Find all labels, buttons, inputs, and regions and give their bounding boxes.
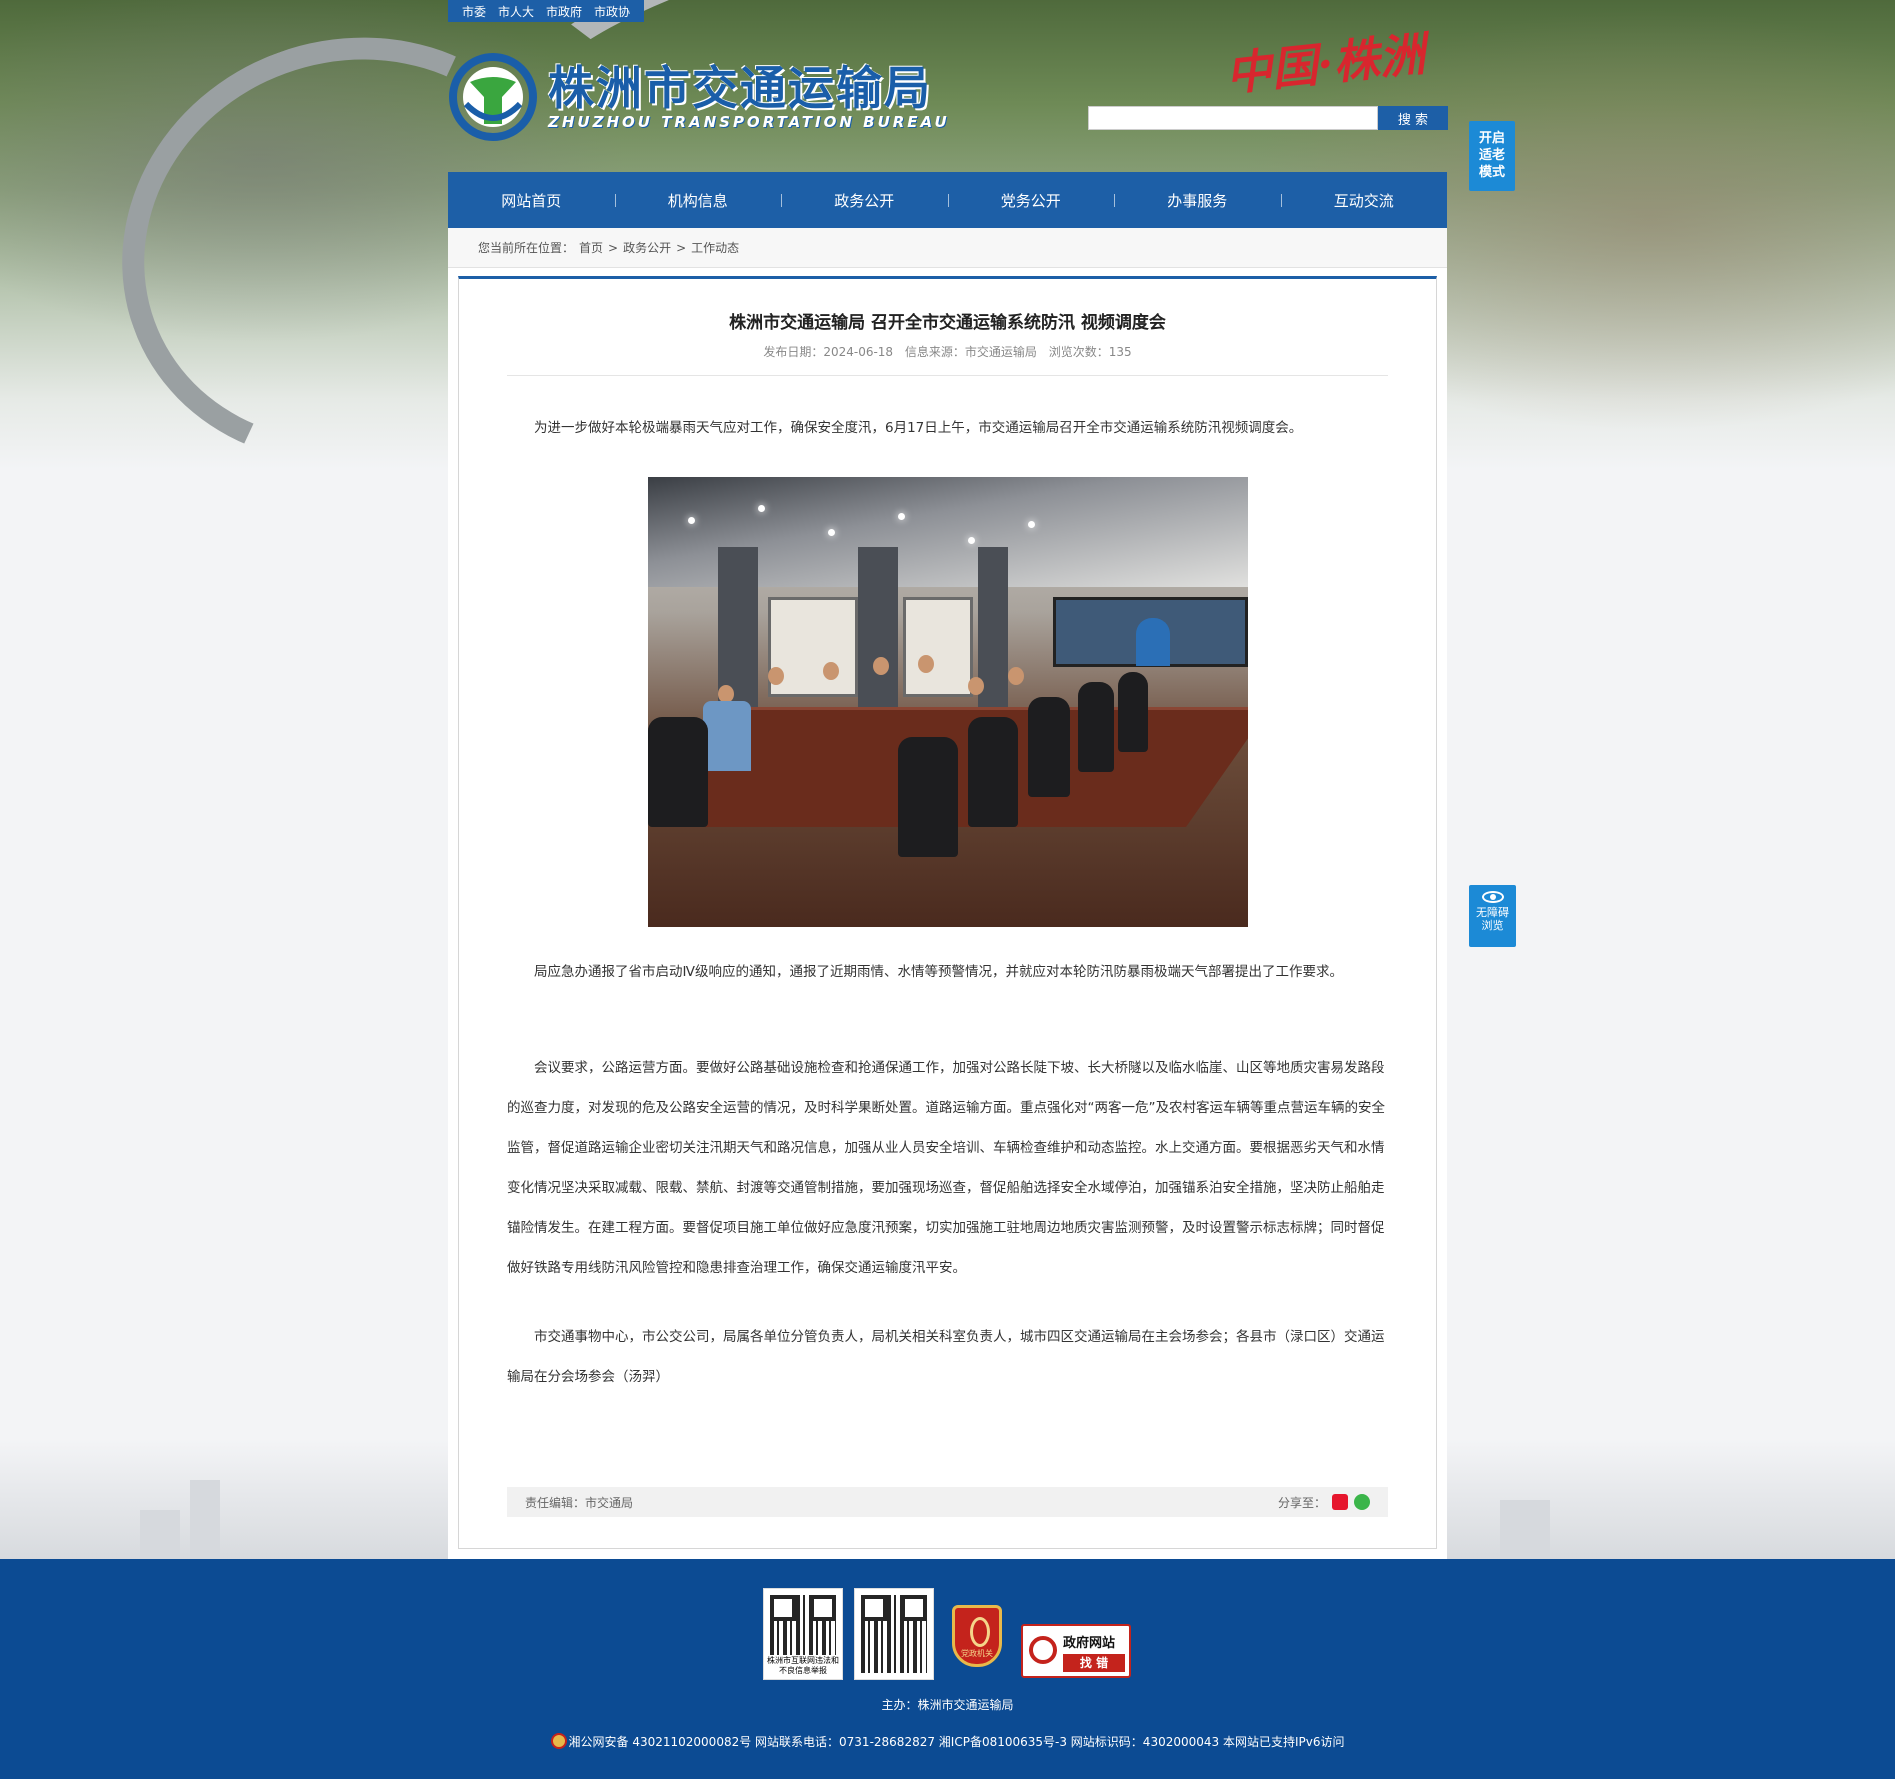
share-label: 分享至：	[1277, 1495, 1326, 1510]
attendee	[918, 655, 934, 673]
magnifier-icon	[1029, 1636, 1057, 1664]
editor-bar: 责任编辑：市交通局 分享至：	[507, 1487, 1388, 1517]
report-qr-caption: 株洲市互联网违法和不良信息举报	[767, 1656, 839, 1675]
article-meta: 发布日期：2024-06-18 信息来源：市交通运输局 浏览次数：135	[458, 343, 1437, 360]
chair	[1078, 682, 1114, 772]
weibo-icon[interactable]	[1332, 1494, 1348, 1510]
nav-item-interaction[interactable]: 互动交流	[1280, 172, 1448, 228]
breadcrumb-work-news[interactable]: 工作动态	[691, 239, 739, 256]
breadcrumb-home[interactable]: 首页	[579, 239, 603, 256]
search-bar: 搜 索	[1088, 106, 1448, 130]
nav-item-services[interactable]: 办事服务	[1114, 172, 1281, 228]
breadcrumb: 您当前所在位置： 首页 > 政务公开 > 工作动态	[448, 228, 1447, 268]
badge-label: 党政机关	[961, 1649, 993, 1658]
eye-icon	[1481, 891, 1504, 903]
ceiling-light	[968, 537, 975, 544]
breadcrumb-government-affairs[interactable]: 政务公开	[623, 239, 671, 256]
publish-date: 发布日期：2024-06-18	[763, 345, 894, 359]
share-bar: 分享至：	[1278, 1494, 1370, 1511]
findbug-action: 找 错	[1063, 1654, 1125, 1672]
info-source: 信息来源：市交通运输局	[904, 345, 1037, 359]
top-link-city-government[interactable]: 市政府	[546, 3, 582, 20]
site-logo[interactable]: 株洲市交通运输局 ZHUZHOU TRANSPORTATION BUREAU	[448, 52, 950, 142]
article-paragraph-3: 会议要求，公路运营方面。要做好公路基础设施检查和抢通保通工作，加强对公路长陡下坡…	[507, 1060, 1385, 1276]
article-title: 株洲市交通运输局 召开全市交通运输系统防汛 视频调度会	[729, 313, 1166, 333]
breadcrumb-separator: >	[676, 240, 687, 255]
breadcrumb-prefix: 您当前所在位置：	[478, 241, 575, 255]
footer-host: 主办：株洲市交通运输局	[881, 1698, 1014, 1712]
wechat-qr-code[interactable]	[854, 1588, 934, 1680]
main-nav: 网站首页 机构信息 政务公开 党务公开 办事服务 互动交流	[448, 172, 1447, 228]
ceiling-light	[688, 517, 695, 524]
footer-record: 湘公网安备 43021102000082号 网站联系电话：0731-286828…	[0, 1733, 1895, 1750]
ceiling-light	[1028, 521, 1035, 528]
attendee	[703, 701, 751, 771]
ceiling-light	[828, 529, 835, 536]
chair	[648, 717, 708, 827]
chair	[1118, 672, 1148, 752]
search-input[interactable]	[1088, 106, 1378, 130]
building-decoration	[1500, 1500, 1550, 1560]
breadcrumb-separator: >	[608, 240, 619, 255]
title-divider	[507, 375, 1388, 376]
accessibility-label: 无障碍浏览	[1476, 906, 1509, 932]
bureau-emblem-icon	[449, 53, 537, 141]
article-paragraph-2: 局应急办通报了省市启动Ⅳ级响应的通知，通报了近期雨情、水情等预警情况，并就应对本…	[534, 964, 1343, 980]
top-link-city-cppcc[interactable]: 市政协	[594, 3, 630, 20]
chair	[1028, 697, 1070, 797]
nav-item-organization[interactable]: 机构信息	[614, 172, 782, 228]
screen-person	[1136, 618, 1170, 666]
window	[903, 597, 973, 697]
attendee	[1008, 667, 1024, 685]
logo-chinese-name: 株洲市交通运输局	[548, 61, 932, 115]
top-link-city-congress[interactable]: 市人大	[498, 3, 534, 20]
top-link-city-committee[interactable]: 市委	[462, 3, 486, 20]
attendee	[768, 667, 784, 685]
elder-mode-label: 开启适老模式	[1478, 131, 1505, 180]
findbug-title: 政府网站	[1063, 1636, 1116, 1651]
elder-mode-button[interactable]: 开启适老模式	[1469, 121, 1515, 191]
chair	[968, 717, 1018, 827]
nav-item-government-affairs[interactable]: 政务公开	[781, 172, 948, 228]
search-button[interactable]: 搜 索	[1378, 106, 1448, 130]
chair	[898, 737, 958, 857]
video-wall	[1053, 597, 1248, 667]
building-decoration	[140, 1510, 180, 1560]
ceiling-light	[758, 505, 765, 512]
ceiling-light	[898, 513, 905, 520]
qr-code-icon	[861, 1595, 927, 1673]
meeting-photo	[648, 477, 1248, 927]
footer-record-text[interactable]: 湘公网安备 43021102000082号 网站联系电话：0731-286828…	[569, 1735, 1345, 1749]
top-links-bar: 市委 市人大 市政府 市政协	[448, 0, 645, 22]
logo-english-name: ZHUZHOU TRANSPORTATION BUREAU	[548, 113, 950, 131]
police-badge-icon	[550, 1733, 567, 1749]
accessibility-button[interactable]: 无障碍浏览	[1469, 885, 1516, 947]
article-paragraph-1: 为进一步做好本轮极端暴雨天气应对工作，确保安全度汛，6月17日上午，市交通运输局…	[534, 420, 1303, 436]
attendee	[873, 657, 889, 675]
party-government-badge[interactable]: 党政机关	[952, 1605, 1002, 1667]
view-count: 浏览次数：135	[1048, 345, 1132, 359]
nav-item-party-affairs[interactable]: 党务公开	[947, 172, 1115, 228]
report-qr-code[interactable]: 株洲市互联网违法和不良信息举报	[763, 1588, 843, 1680]
attendee	[968, 677, 984, 695]
responsible-editor: 责任编辑：市交通局	[525, 1495, 634, 1510]
gov-site-find-error-button[interactable]: 政府网站 找 错	[1021, 1624, 1131, 1678]
wechat-icon[interactable]	[1354, 1494, 1370, 1510]
qr-code-icon	[770, 1595, 836, 1655]
article-paragraph-4: 市交通事物中心，市公交公司，局属各单位分管负责人，局机关相关科室负责人，城市四区…	[507, 1329, 1385, 1385]
building-decoration	[190, 1480, 220, 1560]
attendee	[823, 662, 839, 680]
nav-item-home[interactable]: 网站首页	[448, 172, 615, 228]
